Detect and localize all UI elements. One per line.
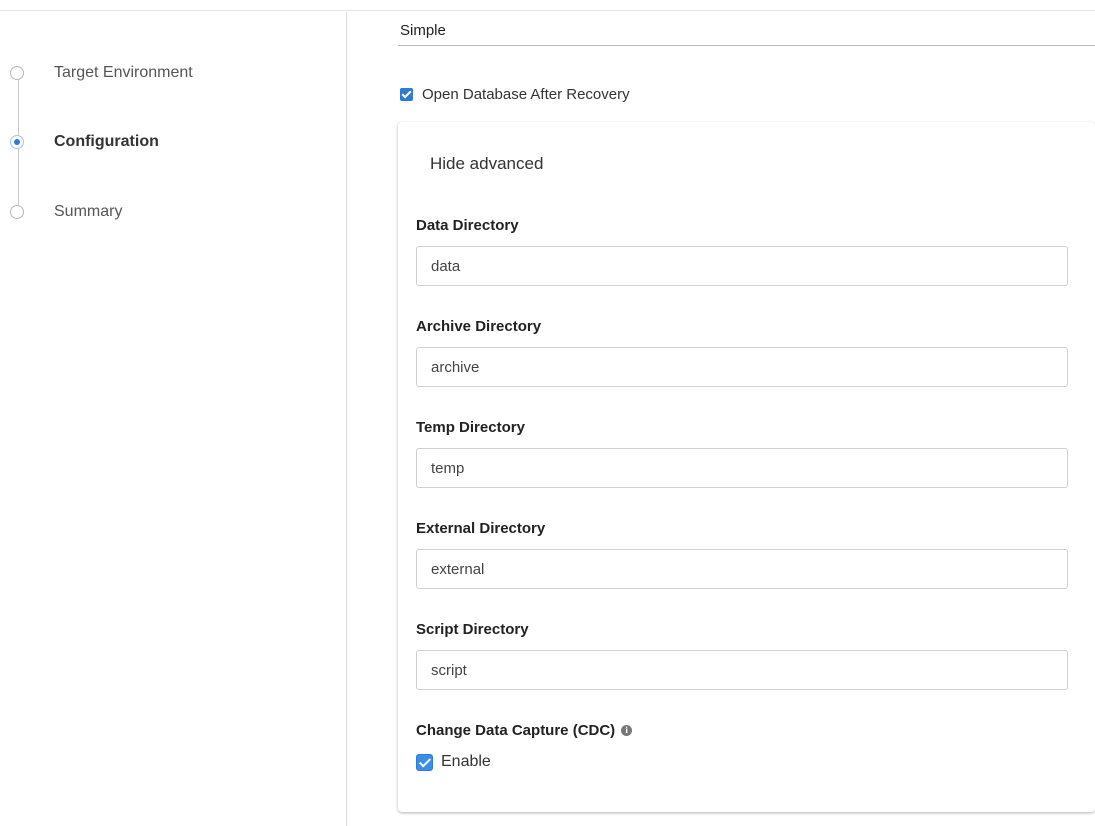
info-icon[interactable]: i <box>621 725 633 736</box>
step-indicator-icon <box>10 205 24 219</box>
temp-directory-label: Temp Directory <box>416 419 525 436</box>
script-directory-input[interactable] <box>416 650 1068 690</box>
step-indicator-icon <box>10 66 24 80</box>
step-label: Summary <box>54 203 123 220</box>
external-directory-label: External Directory <box>416 520 546 537</box>
recovery-mode-select[interactable]: Simple <box>398 14 1095 46</box>
step-label: Target Environment <box>54 64 193 81</box>
step-label: Configuration <box>54 133 159 150</box>
recovery-mode-value: Simple <box>400 22 446 39</box>
wizard-stepper: Target Environment Configuration Summary <box>0 0 345 826</box>
external-directory-input[interactable] <box>416 549 1068 589</box>
cdc-enable-checkbox[interactable] <box>416 753 433 771</box>
hide-advanced-toggle[interactable]: Hide advanced <box>430 154 543 174</box>
step-indicator-active-icon <box>10 135 24 149</box>
data-directory-input[interactable] <box>416 246 1068 286</box>
cdc-label: Change Data Capture (CDC) <box>416 722 616 739</box>
data-directory-label: Data Directory <box>416 217 519 234</box>
cdc-label-row: Change Data Capture (CDC) i <box>416 722 633 739</box>
step-summary[interactable]: Summary <box>10 202 122 222</box>
step-configuration[interactable]: Configuration <box>10 132 159 152</box>
step-target-environment[interactable]: Target Environment <box>10 63 193 83</box>
open-database-checkbox[interactable] <box>400 88 413 101</box>
script-directory-label: Script Directory <box>416 621 529 638</box>
open-database-label: Open Database After Recovery <box>422 86 630 103</box>
advanced-settings-card: Hide advanced Data Directory Archive Dir… <box>398 122 1095 812</box>
open-database-checkbox-row[interactable]: Open Database After Recovery <box>400 86 630 103</box>
cdc-enable-label: Enable <box>441 753 491 770</box>
cdc-enable-checkbox-row[interactable]: Enable <box>416 753 491 771</box>
temp-directory-input[interactable] <box>416 448 1068 488</box>
recovery-wizard: Target Environment Configuration Summary… <box>0 0 1095 826</box>
vertical-divider <box>346 12 347 826</box>
archive-directory-input[interactable] <box>416 347 1068 387</box>
archive-directory-label: Archive Directory <box>416 318 542 335</box>
